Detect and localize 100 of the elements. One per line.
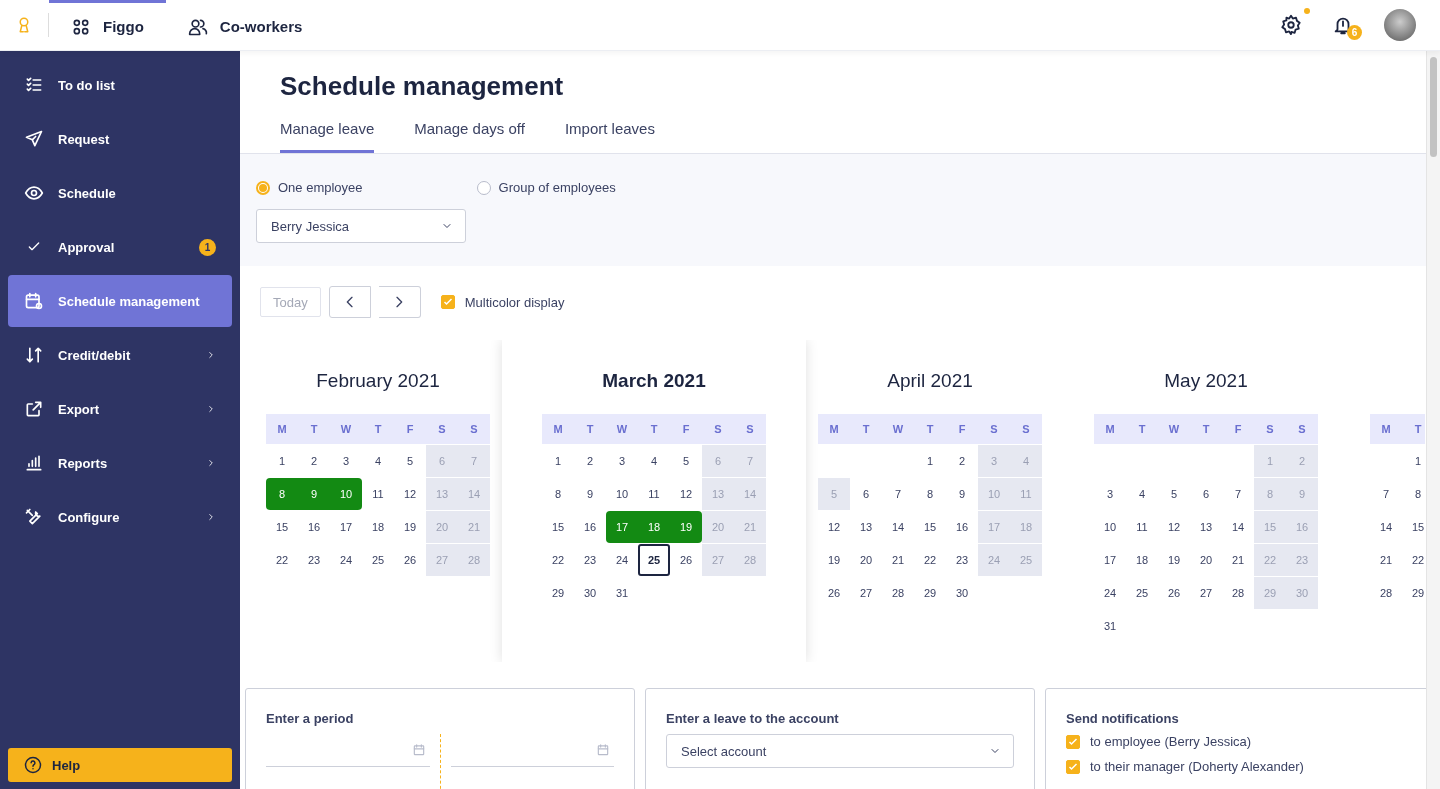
calendar-day[interactable]: 15 xyxy=(266,511,298,543)
calendar-day[interactable]: 18 xyxy=(362,511,394,543)
calendar-day[interactable]: 15 xyxy=(914,511,946,543)
calendar-day[interactable]: 5 xyxy=(394,445,426,477)
calendar-day[interactable]: 12 xyxy=(818,511,850,543)
sidebar-item[interactable]: Approval 1 xyxy=(8,221,232,273)
checkbox[interactable] xyxy=(440,295,455,309)
calendar-day[interactable]: 19 xyxy=(818,544,850,576)
calendar-day[interactable]: 9 xyxy=(298,478,330,510)
calendar-day[interactable]: 25 xyxy=(362,544,394,576)
calendar-day[interactable]: 25 xyxy=(1126,577,1158,609)
calendar-day[interactable]: 22 xyxy=(266,544,298,576)
calendar-day[interactable]: 12 xyxy=(394,478,426,510)
calendar-day[interactable]: 11 xyxy=(638,478,670,510)
calendar-day[interactable]: 5 xyxy=(1158,478,1190,510)
calendar-day[interactable]: 30 xyxy=(946,577,978,609)
calendar-day[interactable]: 3 xyxy=(330,445,362,477)
calendar-day[interactable]: 19 xyxy=(394,511,426,543)
calendar-day[interactable]: 29 xyxy=(542,577,574,609)
help-button[interactable]: Help xyxy=(8,748,232,782)
calendar-day[interactable]: 5 xyxy=(670,445,702,477)
calendar-day[interactable]: 4 xyxy=(1126,478,1158,510)
calendar-day[interactable]: 7 xyxy=(882,478,914,510)
calendar-day[interactable]: 21 xyxy=(1222,544,1254,576)
calendar-day[interactable]: 4 xyxy=(638,445,670,477)
calendar-day[interactable]: 27 xyxy=(850,577,882,609)
calendar-day[interactable]: 7 xyxy=(1370,478,1402,510)
calendar-day[interactable]: 28 xyxy=(882,577,914,609)
calendar-day[interactable]: 20 xyxy=(850,544,882,576)
calendar-day[interactable]: 10 xyxy=(330,478,362,510)
checkbox[interactable] xyxy=(1066,734,1080,749)
sidebar-item[interactable]: Reports xyxy=(8,437,232,489)
calendar-day[interactable]: 20 xyxy=(1190,544,1222,576)
calendar-day[interactable]: 8 xyxy=(542,478,574,510)
calendar-day[interactable]: 1 xyxy=(1402,445,1425,477)
calendar-day[interactable]: 26 xyxy=(1158,577,1190,609)
calendar-day[interactable]: 7 xyxy=(1222,478,1254,510)
sidebar-item[interactable]: Schedule management xyxy=(8,275,232,327)
calendar-day[interactable]: 29 xyxy=(914,577,946,609)
next-button[interactable] xyxy=(378,286,421,318)
calendar-day[interactable]: 15 xyxy=(542,511,574,543)
calendar-day[interactable]: 26 xyxy=(394,544,426,576)
calendar-day[interactable]: 11 xyxy=(362,478,394,510)
calendar-day[interactable]: 3 xyxy=(606,445,638,477)
calendar-day[interactable]: 18 xyxy=(1126,544,1158,576)
previous-button[interactable] xyxy=(328,286,371,318)
calendar-day[interactable]: 12 xyxy=(1158,511,1190,543)
calendar-day[interactable]: 13 xyxy=(1190,511,1222,543)
tab[interactable]: Import leaves xyxy=(564,120,655,153)
calendar-day[interactable]: 31 xyxy=(1094,610,1126,642)
calendar-day[interactable]: 16 xyxy=(574,511,606,543)
calendar-day[interactable]: 1 xyxy=(266,445,298,477)
calendar-day[interactable]: 22 xyxy=(914,544,946,576)
calendar-day[interactable]: 24 xyxy=(606,544,638,576)
calendar-day[interactable]: 10 xyxy=(1094,511,1126,543)
calendar-day[interactable]: 4 xyxy=(362,445,394,477)
calendar-day[interactable]: 18 xyxy=(638,511,670,543)
calendar-day[interactable]: 25 xyxy=(638,544,670,576)
calendar-day[interactable]: 17 xyxy=(1094,544,1126,576)
calendar-day[interactable]: 6 xyxy=(1190,478,1222,510)
calendar-day[interactable]: 17 xyxy=(606,511,638,543)
calendar-day[interactable]: 28 xyxy=(1222,577,1254,609)
avatar[interactable] xyxy=(1384,9,1416,41)
sidebar-item[interactable]: To do list xyxy=(8,59,232,111)
calendar-day[interactable]: 23 xyxy=(946,544,978,576)
calendar-day[interactable]: 9 xyxy=(946,478,978,510)
calendar-day[interactable]: 22 xyxy=(1402,544,1425,576)
calendar-day[interactable]: 22 xyxy=(542,544,574,576)
calendar-day[interactable]: 2 xyxy=(946,445,978,477)
calendar-day[interactable]: 23 xyxy=(298,544,330,576)
calendar-day[interactable]: 11 xyxy=(1126,511,1158,543)
calendar-day[interactable]: 19 xyxy=(670,511,702,543)
radio-button[interactable] xyxy=(256,180,270,195)
calendar-day[interactable]: 13 xyxy=(850,511,882,543)
calendar-day[interactable]: 27 xyxy=(1190,577,1222,609)
sidebar-item[interactable]: Schedule xyxy=(8,167,232,219)
calendar-day[interactable]: 1 xyxy=(542,445,574,477)
account-dropdown[interactable]: Select account xyxy=(666,734,1014,768)
calendar-day[interactable]: 30 xyxy=(574,577,606,609)
calendar-day[interactable]: 1 xyxy=(914,445,946,477)
sidebar-item[interactable]: Credit/debit xyxy=(8,329,232,381)
tab[interactable]: Manage days off xyxy=(414,120,525,153)
calendar-day[interactable]: 28 xyxy=(1370,577,1402,609)
calendar-day[interactable]: 26 xyxy=(670,544,702,576)
calendar-day[interactable]: 15 xyxy=(1402,511,1425,543)
calendar-day[interactable]: 8 xyxy=(266,478,298,510)
calendar-day[interactable]: 31 xyxy=(606,577,638,609)
checkbox[interactable] xyxy=(1066,759,1080,774)
scrollbar[interactable] xyxy=(1426,51,1440,789)
calendar-day[interactable]: 10 xyxy=(606,478,638,510)
calendar-day[interactable]: 6 xyxy=(850,478,882,510)
radio-button[interactable] xyxy=(476,180,491,195)
calendar-day[interactable]: 23 xyxy=(574,544,606,576)
calendar-day[interactable]: 17 xyxy=(330,511,362,543)
calendar-day[interactable]: 21 xyxy=(1370,544,1402,576)
calendar-day[interactable]: 24 xyxy=(1094,577,1126,609)
calendar-day[interactable]: 2 xyxy=(574,445,606,477)
calendar-day[interactable]: 2 xyxy=(298,445,330,477)
sidebar-item[interactable]: Export xyxy=(8,383,232,435)
calendar-day[interactable]: 3 xyxy=(1094,478,1126,510)
